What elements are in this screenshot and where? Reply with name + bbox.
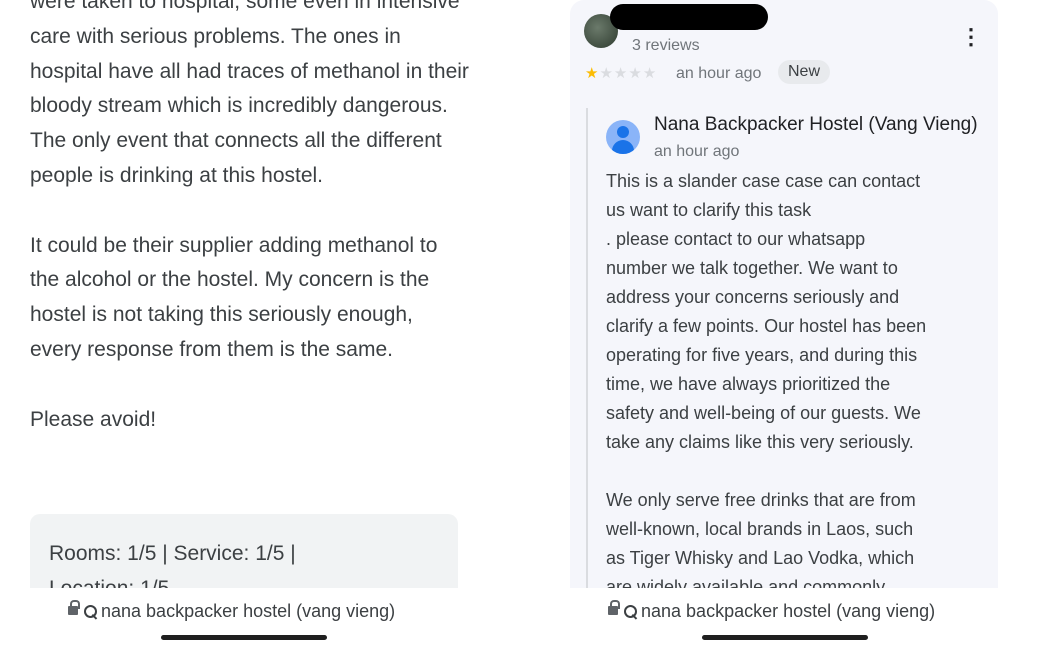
- owner-reply-time: an hour ago: [654, 143, 740, 160]
- reviewer-review-count[interactable]: 3 reviews: [632, 37, 700, 55]
- star-icon: ★: [599, 65, 614, 82]
- star-icon: ★: [613, 65, 629, 82]
- address-bar[interactable]: nana backpacker hostel (vang vieng): [68, 600, 396, 622]
- review-card: 3 reviews ★★★★★ an hour ago New ⋮ Nana B…: [570, 0, 998, 640]
- owner-name: Nana Backpacker Hostel (Vang Vieng): [654, 114, 978, 135]
- lock-icon: [68, 600, 80, 616]
- reply-paragraph: This is a slander case case can contact …: [606, 171, 927, 452]
- new-badge: New: [778, 60, 831, 84]
- star-icon: ★: [628, 65, 643, 82]
- url-text: nana backpacker hostel (vang vieng): [101, 601, 396, 621]
- reply-thread-line: [586, 108, 588, 588]
- right-screenshot: 3 reviews ★★★★★ an hour ago New ⋮ Nana B…: [520, 0, 1050, 656]
- star-icon: ★: [585, 65, 600, 82]
- home-indicator[interactable]: [702, 635, 868, 640]
- owner-avatar-icon: [606, 120, 640, 154]
- address-bar[interactable]: nana backpacker hostel (vang vieng): [608, 600, 936, 622]
- review-time: an hour ago: [676, 65, 762, 82]
- search-icon: [83, 604, 99, 620]
- home-indicator[interactable]: [161, 635, 327, 640]
- redacted-reviewer-name: [610, 4, 768, 30]
- left-screenshot: were taken to hospital, some even in int…: [0, 0, 520, 656]
- review-paragraph: It could be their supplier adding methan…: [30, 233, 438, 361]
- star-icon: ★: [642, 65, 658, 82]
- review-text: were taken to hospital, some even in int…: [30, 0, 470, 472]
- star-rating: ★★★★★: [585, 64, 657, 82]
- reply-paragraph: We only serve free drinks that are from …: [606, 490, 916, 597]
- review-paragraph: Please avoid!: [30, 407, 157, 431]
- browser-bottom-bar: nana backpacker hostel (vang vieng): [550, 588, 1020, 656]
- more-vert-icon[interactable]: ⋮: [960, 26, 982, 50]
- url-text: nana backpacker hostel (vang vieng): [641, 601, 936, 621]
- browser-bottom-bar: nana backpacker hostel (vang vieng): [0, 588, 520, 656]
- search-icon: [623, 604, 639, 620]
- review-paragraph: were taken to hospital, some even in int…: [30, 0, 469, 187]
- owner-reply-text: This is a slander case case can contact …: [606, 167, 988, 602]
- lock-icon: [608, 600, 620, 616]
